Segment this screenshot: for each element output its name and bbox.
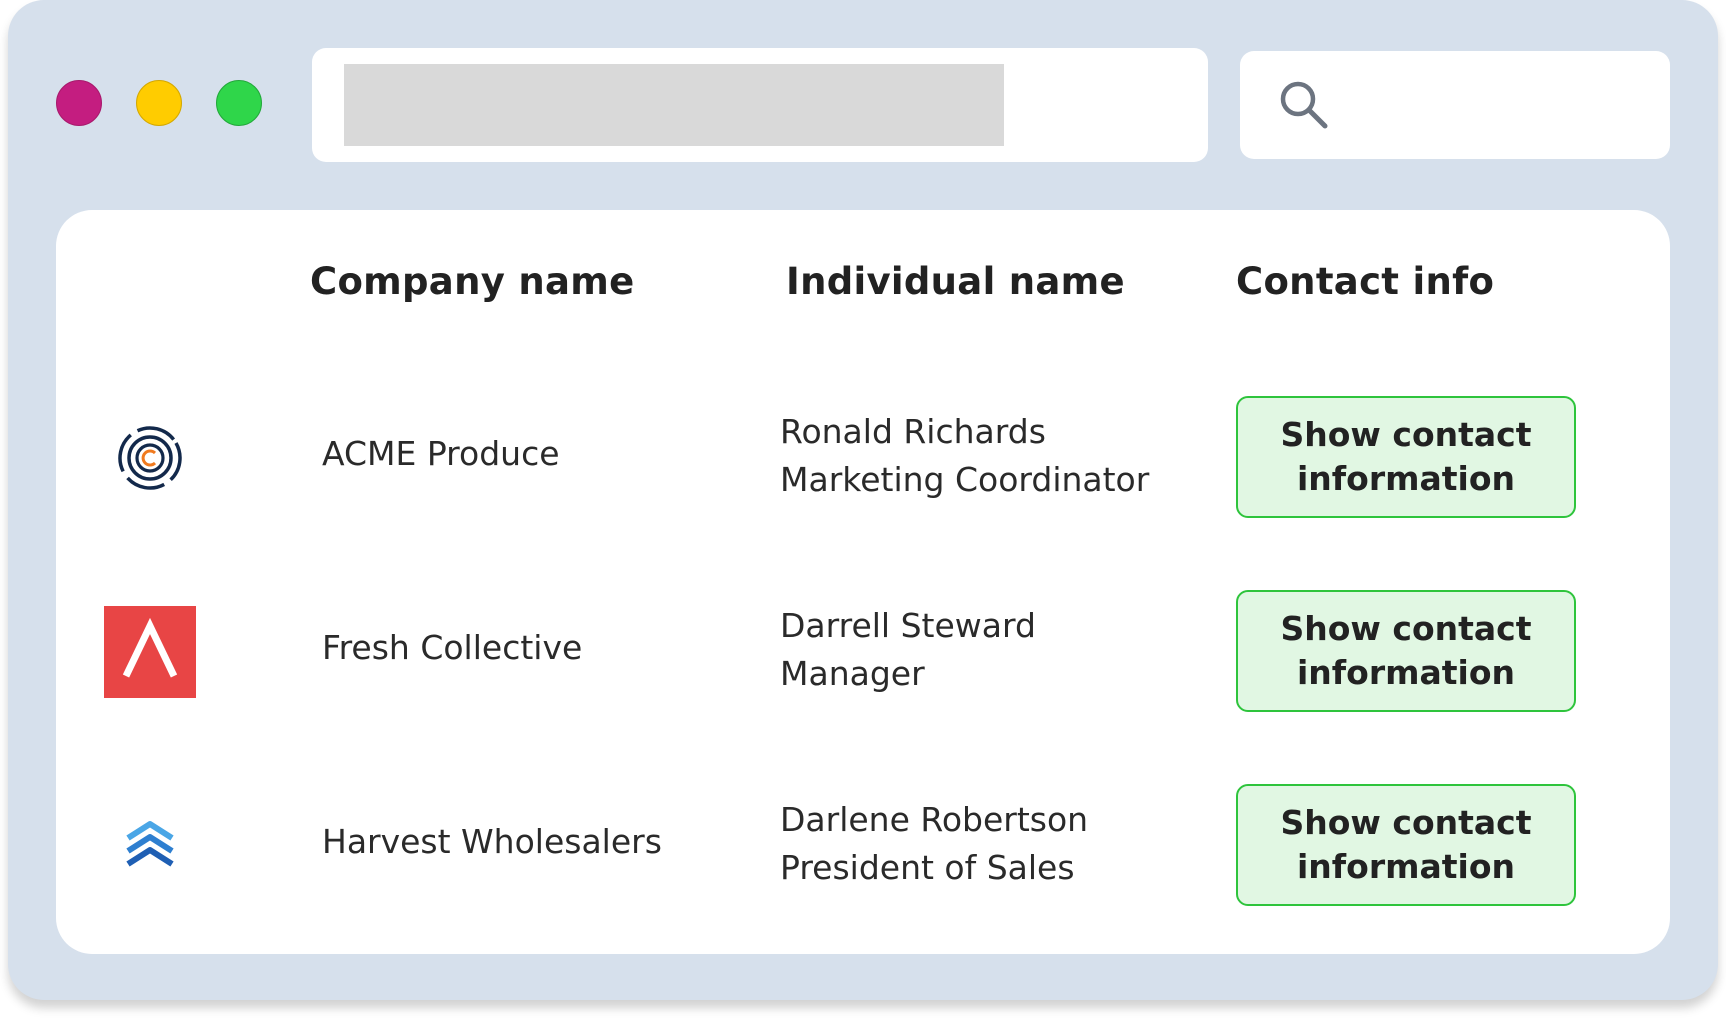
individual-info: Darrell Steward Manager (780, 602, 1036, 698)
individual-info: Darlene Robertson President of Sales (780, 796, 1088, 892)
company-name: Harvest Wholesalers (322, 822, 662, 861)
company-name: Fresh Collective (322, 628, 583, 667)
concentric-c-logo-icon (118, 426, 182, 490)
search-box[interactable] (1240, 51, 1670, 159)
header-contact-info: Contact info (1236, 260, 1495, 303)
minimize-window-dot[interactable] (136, 80, 182, 126)
individual-name: Darrell Steward (780, 606, 1036, 645)
company-name: ACME Produce (322, 434, 560, 473)
address-bar[interactable] (312, 48, 1208, 162)
address-placeholder (344, 64, 1004, 146)
individual-title: Manager (780, 654, 925, 693)
blue-chevrons-logo-icon (126, 821, 174, 867)
individual-title: President of Sales (780, 848, 1075, 887)
table-row: ACME Produce Ronald Richards Marketing C… (56, 360, 1670, 554)
browser-window: Company name Individual name Contact inf… (8, 0, 1718, 1000)
individual-name: Darlene Robertson (780, 800, 1089, 839)
individual-title: Marketing Coordinator (780, 460, 1150, 499)
header-individual-name: Individual name (786, 260, 1125, 303)
individual-info: Ronald Richards Marketing Coordinator (780, 408, 1149, 504)
maximize-window-dot[interactable] (216, 80, 262, 126)
show-contact-button[interactable]: Show contact information (1236, 784, 1576, 906)
contacts-panel: Company name Individual name Contact inf… (56, 210, 1670, 954)
table-row: Fresh Collective Darrell Steward Manager… (56, 554, 1670, 748)
individual-name: Ronald Richards (780, 412, 1046, 451)
show-contact-button[interactable]: Show contact information (1236, 590, 1576, 712)
header-company-name: Company name (310, 260, 635, 303)
red-chevron-logo-icon (104, 606, 196, 698)
close-window-dot[interactable] (56, 80, 102, 126)
show-contact-button[interactable]: Show contact information (1236, 396, 1576, 518)
table-row: Harvest Wholesalers Darlene Robertson Pr… (56, 748, 1670, 942)
search-icon[interactable] (1278, 79, 1330, 131)
